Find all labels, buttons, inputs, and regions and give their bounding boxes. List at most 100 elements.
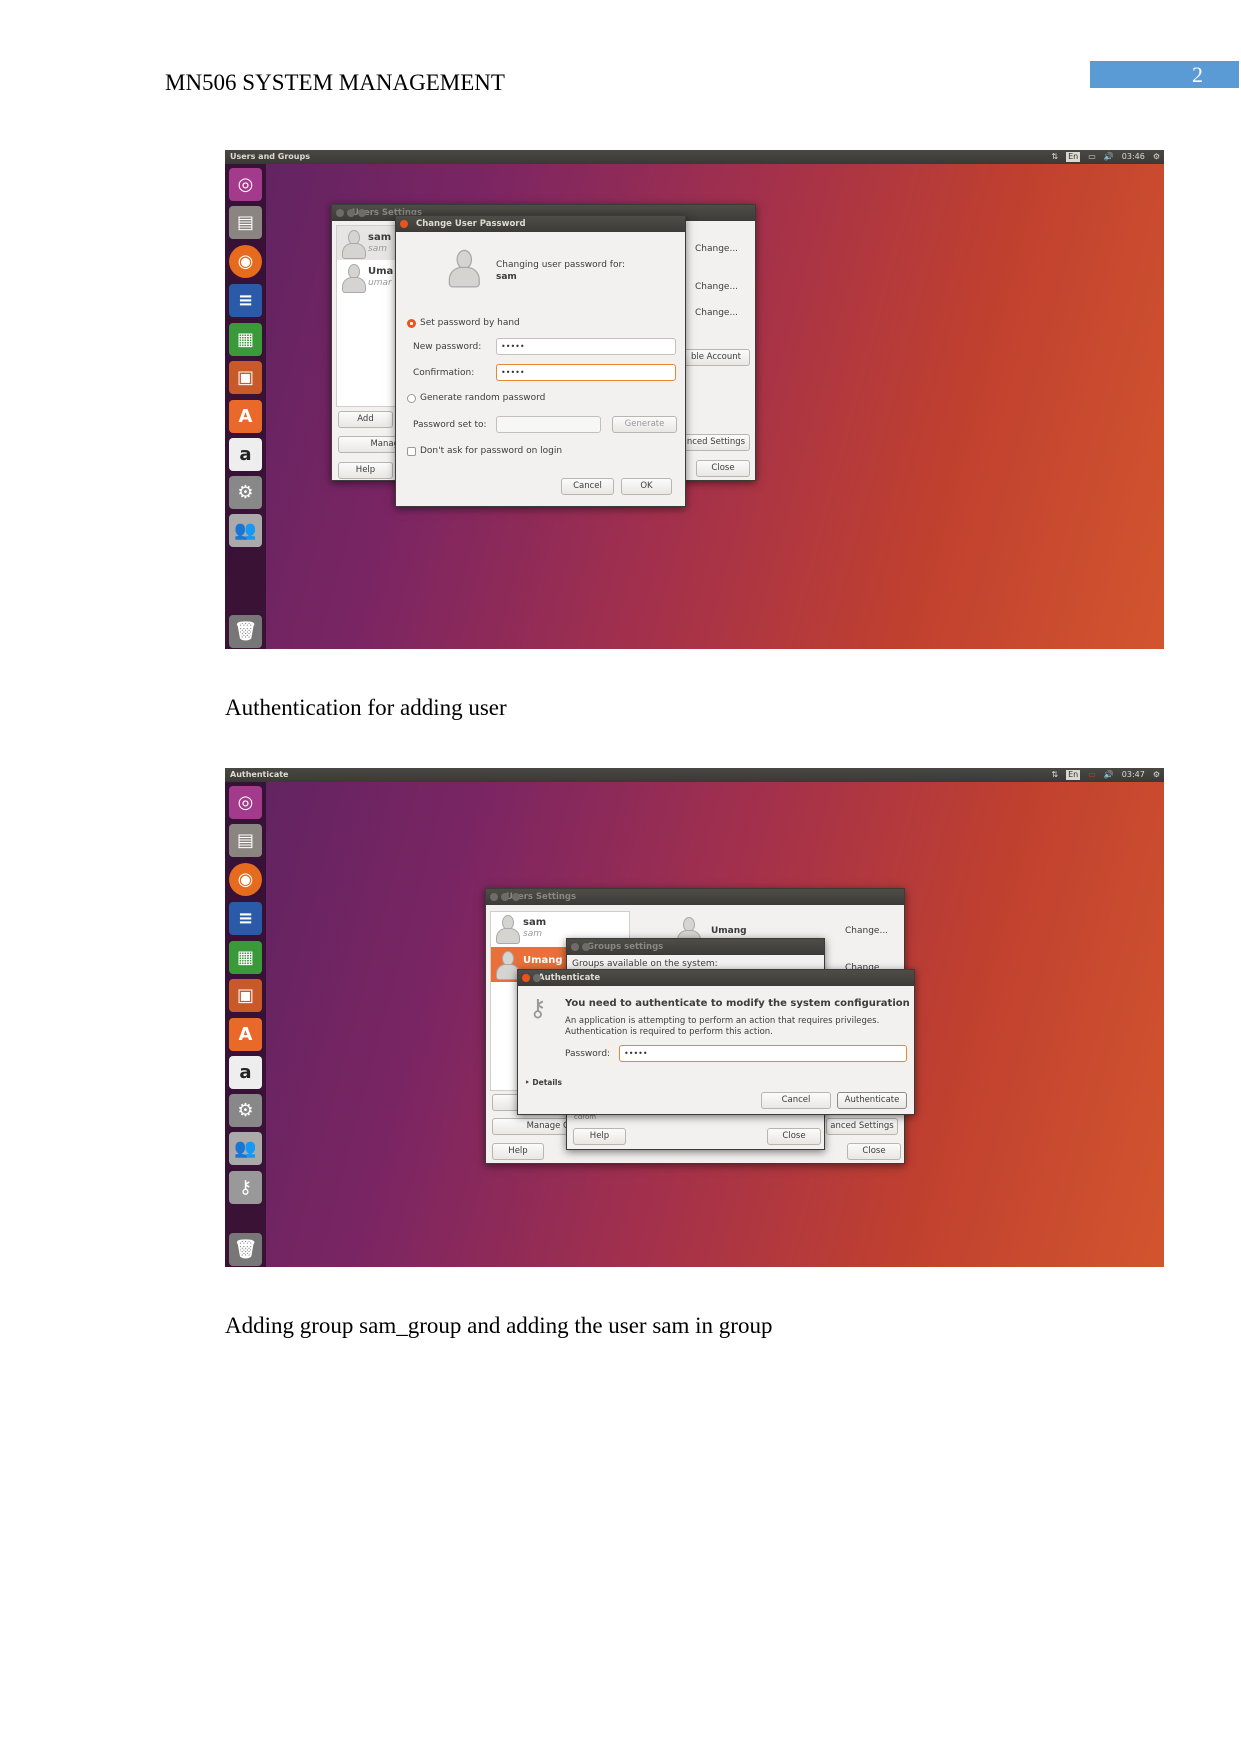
- confirmation-input[interactable]: •••••: [496, 364, 676, 381]
- files-icon[interactable]: ▤: [229, 824, 262, 857]
- details-expander[interactable]: ‣ Details: [525, 1078, 562, 1087]
- amazon-icon[interactable]: a: [229, 438, 262, 471]
- ubuntu-dash-icon[interactable]: ◎: [229, 786, 262, 819]
- caption-1: Authentication for adding user: [225, 695, 507, 720]
- selected-user-name: Umang: [711, 926, 747, 936]
- gear-icon[interactable]: ⚙: [1153, 768, 1160, 782]
- change-password-link[interactable]: Change...: [695, 308, 738, 318]
- authenticate-button[interactable]: Authenticate: [837, 1092, 907, 1109]
- help-button[interactable]: Help: [573, 1128, 626, 1145]
- password-input[interactable]: •••••: [619, 1045, 907, 1062]
- keyboard-layout[interactable]: En: [1066, 770, 1081, 780]
- writer-icon[interactable]: ≡: [229, 284, 262, 317]
- software-center-icon[interactable]: A: [229, 400, 262, 433]
- launcher: ◎ ▤ ◉ ≡ ▦ ▣ A a ⚙ 👥 ⚷ 🗑: [225, 782, 266, 1267]
- window-title: Groups settings: [587, 942, 664, 952]
- close-icon[interactable]: [400, 220, 408, 228]
- add-button[interactable]: Add: [338, 411, 393, 428]
- manage-groups-button[interactable]: Manag: [338, 436, 402, 453]
- generate-random-label: Generate random password: [420, 393, 546, 403]
- writer-icon[interactable]: ≡: [229, 902, 262, 935]
- user-list: sam sam Uma umar: [336, 225, 400, 407]
- window-title: Users and Groups: [230, 152, 310, 161]
- user-name[interactable]: Uma: [368, 266, 393, 277]
- software-center-icon[interactable]: A: [229, 1018, 262, 1051]
- impress-icon[interactable]: ▣: [229, 979, 262, 1012]
- confirmation-label: Confirmation:: [413, 368, 475, 378]
- manage-groups-button[interactable]: Manage C: [492, 1118, 572, 1135]
- change-name-link[interactable]: Change...: [695, 244, 738, 254]
- passwords-keys-icon[interactable]: ⚷: [229, 1171, 262, 1204]
- password-set-to-label: Password set to:: [413, 420, 487, 430]
- dont-ask-checkbox[interactable]: [407, 447, 416, 456]
- authenticate-dialog: Authenticate ⚷ You need to authenticate …: [517, 969, 915, 1115]
- change-password-dialog: Change User Password Changing user passw…: [395, 215, 686, 507]
- system-settings-icon[interactable]: ⚙: [229, 476, 262, 509]
- clock[interactable]: 03:46: [1122, 150, 1145, 164]
- calc-icon[interactable]: ▦: [229, 323, 262, 356]
- advanced-settings-button[interactable]: anced Settings: [826, 1118, 898, 1135]
- calc-icon[interactable]: ▦: [229, 941, 262, 974]
- changing-for-label: Changing user password for:: [496, 260, 626, 270]
- set-by-hand-radio[interactable]: [407, 319, 416, 328]
- trash-icon[interactable]: 🗑: [229, 615, 262, 648]
- amazon-icon[interactable]: a: [229, 1056, 262, 1089]
- ok-button[interactable]: OK: [621, 478, 672, 495]
- users-icon[interactable]: 👥: [229, 1132, 262, 1165]
- password-label: Password:: [565, 1049, 611, 1059]
- user-name[interactable]: Umang: [523, 955, 563, 966]
- system-settings-icon[interactable]: ⚙: [229, 1094, 262, 1127]
- user-login: sam: [368, 244, 387, 254]
- user-login: umar: [368, 278, 392, 288]
- ubuntu-dash-icon[interactable]: ◎: [229, 168, 262, 201]
- target-user: sam: [496, 272, 517, 282]
- change-account-type-link[interactable]: Change...: [695, 282, 738, 292]
- auth-description: An application is attempting to perform …: [565, 1016, 880, 1026]
- running-header: MN506 SYSTEM MANAGEMENT: [165, 70, 505, 95]
- change-name-link[interactable]: Change...: [845, 926, 888, 936]
- network-icon[interactable]: ⇅: [1051, 150, 1058, 164]
- avatar: [495, 915, 520, 944]
- battery-icon[interactable]: ▭: [1088, 150, 1096, 164]
- clock[interactable]: 03:47: [1122, 768, 1145, 782]
- firefox-icon[interactable]: ◉: [229, 863, 262, 896]
- caption-2: Adding group sam_group and adding the us…: [225, 1313, 773, 1338]
- users-icon[interactable]: 👥: [229, 514, 262, 547]
- new-password-input[interactable]: •••••: [496, 338, 676, 355]
- advanced-settings-button[interactable]: nced Settings: [682, 434, 750, 451]
- dont-ask-label: Don't ask for password on login: [420, 446, 563, 456]
- dialog-title: Change User Password: [416, 219, 526, 229]
- close-icon[interactable]: [522, 974, 530, 982]
- generate-random-radio[interactable]: [407, 394, 416, 403]
- help-button[interactable]: Help: [492, 1143, 544, 1160]
- generate-button[interactable]: Generate: [612, 416, 677, 433]
- disable-account-button[interactable]: ble Account: [682, 349, 750, 366]
- user-name[interactable]: sam: [523, 917, 546, 928]
- new-password-label: New password:: [413, 342, 482, 352]
- battery-low-icon[interactable]: ▭: [1088, 768, 1096, 782]
- user-login: sam: [523, 929, 542, 939]
- cancel-button[interactable]: Cancel: [761, 1092, 831, 1109]
- window-title: Authenticate: [230, 770, 289, 779]
- volume-icon[interactable]: 🔊: [1104, 768, 1114, 782]
- cancel-button[interactable]: Cancel: [561, 478, 614, 495]
- screenshot-authenticate: Authenticate ⇅ En ▭ 🔊 03:47 ⚙ ◎ ▤ ◉ ≡ ▦ ▣ A a…: [225, 768, 1164, 1267]
- keys-icon: ⚷: [529, 994, 547, 1022]
- auth-heading: You need to authenticate to modify the s…: [565, 998, 910, 1009]
- files-icon[interactable]: ▤: [229, 206, 262, 239]
- keyboard-layout[interactable]: En: [1066, 152, 1081, 162]
- impress-icon[interactable]: ▣: [229, 361, 262, 394]
- top-panel: Users and Groups ⇅ En ▭ 🔊 03:46 ⚙: [225, 150, 1164, 164]
- close-button[interactable]: Close: [847, 1143, 901, 1160]
- dialog-title: Authenticate: [538, 973, 601, 983]
- close-button[interactable]: Close: [767, 1128, 821, 1145]
- details-label: Details: [532, 1078, 562, 1087]
- volume-icon[interactable]: 🔊: [1104, 150, 1114, 164]
- firefox-icon[interactable]: ◉: [229, 245, 262, 278]
- password-set-to-input[interactable]: [496, 416, 601, 433]
- trash-icon[interactable]: 🗑: [229, 1233, 262, 1266]
- help-button[interactable]: Help: [338, 462, 393, 479]
- gear-icon[interactable]: ⚙: [1153, 150, 1160, 164]
- close-button[interactable]: Close: [696, 460, 750, 477]
- network-icon[interactable]: ⇅: [1051, 768, 1058, 782]
